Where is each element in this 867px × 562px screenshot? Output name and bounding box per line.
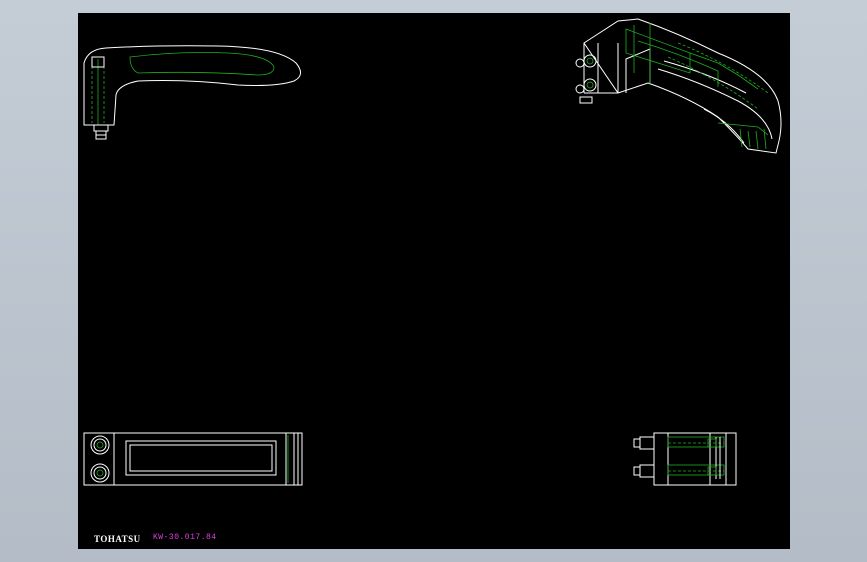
cad-drawing bbox=[83, 18, 782, 486]
drawing-canvas[interactable]: TOHATSU KW-30.017.84 bbox=[78, 13, 790, 549]
isometric-view bbox=[575, 18, 782, 154]
front-view bbox=[83, 45, 301, 140]
company-label: TOHATSU bbox=[94, 534, 141, 544]
top-view bbox=[83, 432, 303, 486]
end-view bbox=[633, 432, 737, 486]
part-code-label: KW-30.017.84 bbox=[153, 533, 217, 542]
